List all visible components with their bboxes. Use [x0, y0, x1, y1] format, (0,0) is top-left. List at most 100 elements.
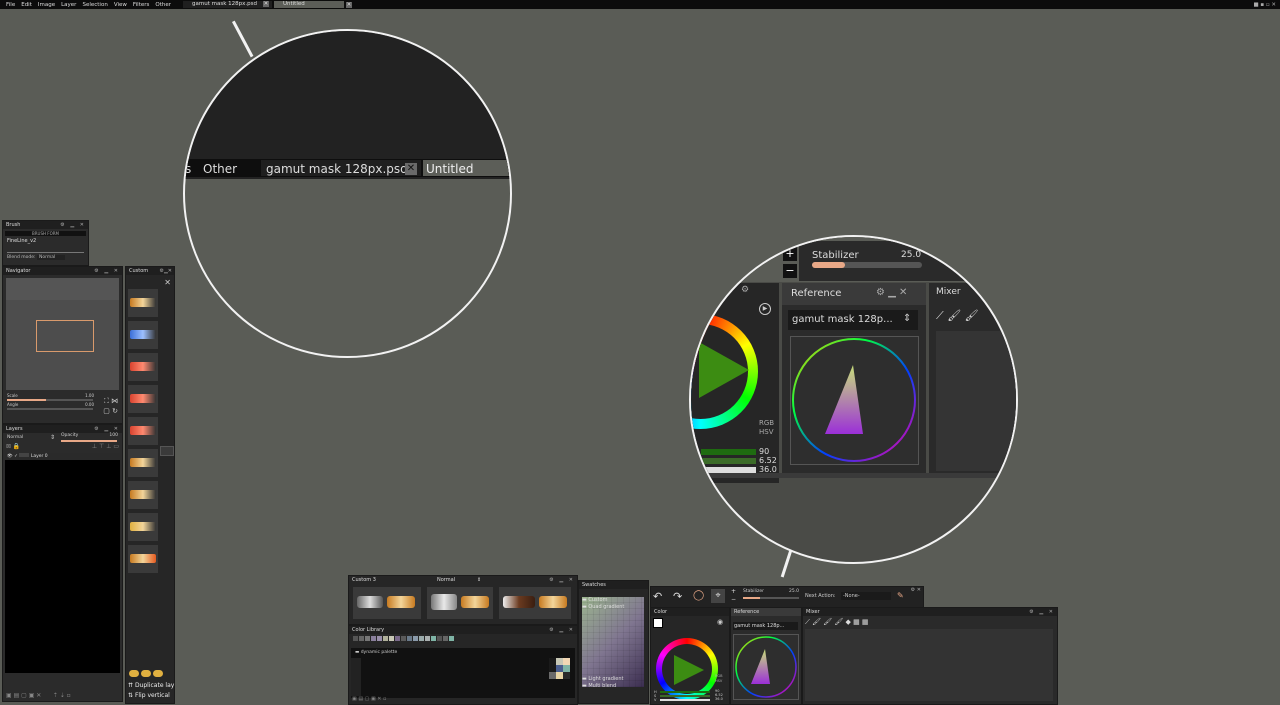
scale-slider[interactable] — [7, 399, 93, 401]
window-controls-icon[interactable]: ■ ▪ ▫ ✕ — [1253, 2, 1276, 8]
panel-controls-icon[interactable]: ⚙ ▁ ✕ — [1029, 608, 1055, 616]
opacity-slider[interactable] — [61, 440, 117, 442]
library-swatch[interactable] — [443, 636, 448, 641]
stabilizer-slider[interactable] — [743, 597, 799, 599]
navigator-preview[interactable] — [6, 278, 119, 390]
s-bar[interactable] — [660, 695, 710, 697]
swatch-item[interactable]: ▬ Custom — [582, 597, 607, 603]
layer-blend-mode[interactable]: Normal — [7, 435, 23, 440]
layer-lock-icons[interactable]: ⊠ 🔒 ⊥ ⊤ ⊥ ▭ — [3, 443, 122, 451]
brush-icon[interactable] — [503, 596, 535, 608]
close-icon[interactable]: ✕ — [405, 163, 417, 175]
mixer-tools-icon[interactable]: ⟋ 🖌 🖌 🖌 ◆ ▦ ▦ — [805, 618, 869, 627]
library-swatch[interactable] — [413, 636, 418, 641]
brush-icon[interactable]: ✎ — [897, 591, 904, 600]
primary-color-swatch[interactable] — [653, 618, 663, 628]
brush-preset-icon[interactable] — [128, 513, 158, 541]
close-icon[interactable]: ✕ — [262, 1, 269, 7]
lasso-icon[interactable]: ◯ — [693, 590, 704, 601]
library-swatch[interactable] — [353, 636, 358, 641]
panel-controls-icon[interactable]: ⚙ ✕ — [911, 587, 921, 593]
fit-icon[interactable]: ⛶ ⋈ — [104, 397, 118, 406]
tab-gamut-mask[interactable]: gamut mask 128px.psd ✕ — [183, 1, 272, 8]
panel-controls-icon[interactable]: ⚙ ▁ ✕ — [549, 626, 575, 634]
library-swatch[interactable] — [389, 636, 394, 641]
menu-layer[interactable]: Layer — [61, 2, 76, 8]
library-swatch[interactable] — [401, 636, 406, 641]
eye-icon[interactable]: 👁 — [7, 454, 13, 459]
play-icon[interactable]: ◉ — [717, 618, 723, 626]
check-icon[interactable]: ✓ — [14, 454, 18, 459]
zoom-color-triangle[interactable] — [699, 342, 749, 398]
rgb-mode[interactable]: RGB — [715, 674, 723, 678]
brush-preset-icon[interactable] — [128, 385, 158, 413]
angle-slider[interactable] — [7, 408, 93, 410]
menu-image[interactable]: Image — [38, 2, 55, 8]
brush-preset-icon[interactable] — [128, 449, 158, 477]
panel-controls-icon[interactable]: ⚙ ▁ ✕ — [94, 425, 120, 433]
panel-controls-icon[interactable]: ⚙ ▁ ✕ — [94, 267, 120, 275]
layer-row[interactable]: 👁 ✓ Layer 0 — [5, 453, 120, 460]
menu-filters[interactable]: Filters — [133, 2, 150, 8]
menu-view[interactable]: View — [114, 2, 127, 8]
brush-preset-icon[interactable] — [128, 417, 158, 445]
polygon-lasso-icon[interactable]: ⌖ — [711, 589, 725, 603]
rotate-reset-icon[interactable]: ▢ ↻ — [103, 407, 118, 415]
swatch-item[interactable]: ▬ Light gradient — [582, 676, 623, 682]
zoom-menu-other[interactable]: Other — [203, 162, 237, 176]
brush-preset-icon[interactable] — [128, 321, 158, 349]
library-swatch[interactable] — [437, 636, 442, 641]
brush-thumb-icon[interactable] — [152, 670, 163, 677]
zoom-stabilizer-slider[interactable] — [812, 262, 922, 268]
flip-vertical-action[interactable]: ⇅ Flip vertical — [128, 692, 170, 699]
brush-preset-icon[interactable] — [128, 289, 158, 317]
swatch-item[interactable]: ▬ Multi blend — [582, 683, 616, 689]
custom3-mode[interactable]: Normal — [437, 576, 455, 584]
library-swatch[interactable] — [371, 636, 376, 641]
library-swatch[interactable] — [425, 636, 430, 641]
zoom-s-bar[interactable] — [701, 458, 756, 464]
color-triangle[interactable] — [674, 655, 704, 685]
close-icon[interactable]: ✕ — [345, 1, 352, 8]
duplicate-layer-action[interactable]: ⇈ Duplicate lay — [128, 682, 174, 689]
brush-icon[interactable] — [387, 596, 415, 608]
brush-thumb-icon[interactable] — [129, 670, 139, 677]
panel-controls-icon[interactable]: ⚙ ▁ ✕ — [60, 221, 86, 229]
undo-icon[interactable]: ↶ — [653, 590, 662, 603]
hsv-mode[interactable]: HSV — [715, 679, 722, 683]
library-swatch[interactable] — [449, 636, 454, 641]
brush-preset-icon[interactable] — [128, 481, 158, 509]
library-swatch[interactable] — [419, 636, 424, 641]
mixer-canvas[interactable] — [805, 629, 1053, 701]
tab-untitled[interactable]: Untitled — [273, 1, 344, 8]
library-actions-icon[interactable]: ▣ ▤ ▢ ▣ ✕ ▫ — [352, 696, 386, 702]
library-swatch[interactable] — [365, 636, 370, 641]
zoom-mixer-canvas[interactable] — [936, 331, 1016, 471]
brush-preset-icon[interactable] — [128, 353, 158, 381]
brush-preset-icon[interactable] — [128, 545, 158, 573]
redo-icon[interactable]: ↷ — [673, 590, 682, 603]
library-swatch[interactable] — [383, 636, 388, 641]
library-swatch[interactable] — [407, 636, 412, 641]
h-bar[interactable] — [660, 691, 710, 693]
brush-icon[interactable] — [357, 596, 383, 608]
brush-icon[interactable] — [461, 596, 489, 608]
menu-other[interactable]: Other — [155, 2, 171, 8]
palette-row[interactable]: ▬ dynamic palette — [351, 648, 575, 657]
library-swatch[interactable] — [431, 636, 436, 641]
zoom-h-bar[interactable] — [701, 449, 756, 455]
minus-button[interactable]: − — [783, 264, 797, 278]
panel-controls-icon[interactable]: ⚙ ▁ ✕ — [549, 576, 575, 584]
menu-file[interactable]: File — [6, 2, 15, 8]
zoom-rgb-label[interactable]: RGB — [759, 419, 774, 427]
brush-thumb-icon[interactable] — [140, 670, 151, 677]
gear-icon[interactable]: ⚙ — [741, 285, 749, 295]
library-swatch[interactable] — [377, 636, 382, 641]
menu-selection[interactable]: Selection — [82, 2, 107, 8]
minus-icon[interactable]: − — [731, 596, 736, 603]
navigator-viewport[interactable] — [36, 320, 94, 352]
chevron-updown-icon[interactable]: ⇕ — [477, 576, 481, 584]
plus-button[interactable]: + — [783, 247, 797, 261]
chevron-updown-icon[interactable]: ⇕ — [50, 434, 55, 441]
scrollbar-handle[interactable] — [160, 446, 174, 456]
